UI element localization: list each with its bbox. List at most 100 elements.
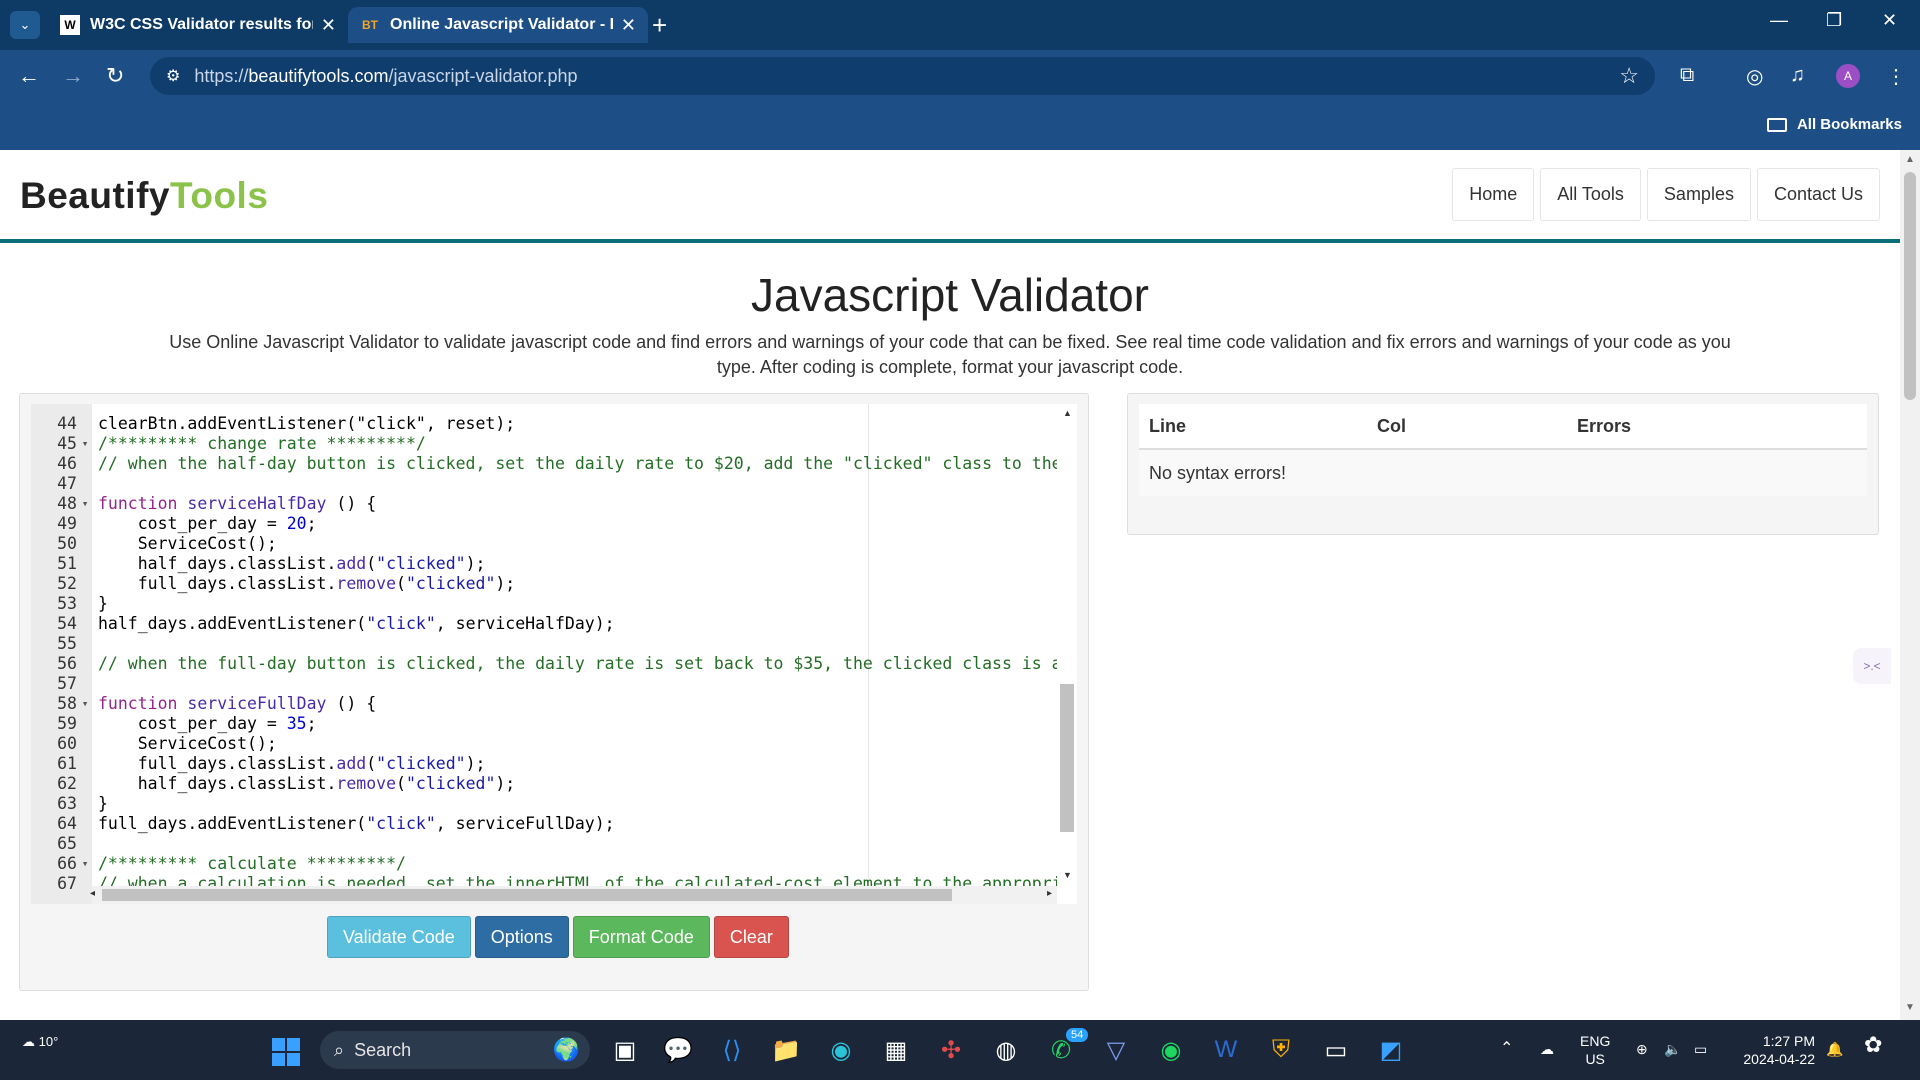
copilot-icon[interactable]: ✿ — [1864, 1034, 1882, 1056]
microsoft-store-icon[interactable]: ▦ — [876, 1030, 916, 1070]
show-hidden-icons-chevron-icon[interactable]: ⌃ — [1500, 1040, 1513, 1058]
code-line: 58 ▾ function serviceFullDay () { — [31, 694, 1077, 714]
profile-avatar[interactable]: A — [1836, 64, 1860, 88]
fold-toggle-icon[interactable]: ▾ — [79, 494, 91, 514]
code-token: ( — [396, 574, 406, 593]
close-tab-icon[interactable]: ✕ — [621, 15, 636, 36]
code-line: 44 — [31, 414, 1077, 434]
code-token: // when the half-day button is clicked, … — [98, 454, 1077, 473]
code-line: 49 cost_per_day = 20; — [31, 514, 1077, 534]
security-app-icon[interactable]: ⛨ — [1261, 1030, 1301, 1070]
scroll-right-arrow-icon[interactable]: ▸ — [1047, 888, 1052, 899]
chrome-icon[interactable]: ◍ — [986, 1030, 1026, 1070]
code-editor[interactable]: clearBtn.addEventListener("click", reset… — [31, 404, 1077, 904]
scroll-down-arrow-icon[interactable]: ▼ — [1063, 870, 1072, 880]
all-bookmarks-button[interactable]: All Bookmarks — [1766, 116, 1902, 133]
nav-samples[interactable]: Samples — [1646, 168, 1751, 221]
clock[interactable]: 1:27 PM 2024-04-22 — [1735, 1032, 1815, 1068]
options-button[interactable]: Options — [474, 916, 569, 958]
word-icon[interactable]: W — [1206, 1030, 1246, 1070]
minimize-icon[interactable]: — — [1770, 10, 1788, 31]
scrollbar-thumb[interactable] — [102, 889, 952, 901]
floating-assistant-icon[interactable]: >.< — [1853, 648, 1891, 684]
validate-code-button[interactable]: Validate Code — [327, 916, 471, 958]
code-token: /********* change rate *********/ — [98, 434, 426, 453]
code-token: serviceHalfDay — [187, 494, 327, 513]
site-info-icon[interactable]: ⚙ — [166, 66, 180, 86]
close-window-icon[interactable]: ✕ — [1882, 10, 1897, 31]
scrollbar-thumb[interactable] — [1060, 684, 1074, 832]
media-controls-icon[interactable]: ♫ — [1790, 64, 1805, 87]
scroll-left-arrow-icon[interactable]: ◂ — [90, 888, 95, 899]
tab-w3c-validator[interactable]: W W3C CSS Validator results for T ✕ — [48, 7, 348, 43]
restore-icon[interactable]: ❐ — [1826, 10, 1842, 31]
reload-icon[interactable]: ↻ — [106, 63, 124, 89]
bookmark-star-icon[interactable]: ☆ — [1619, 63, 1639, 89]
forward-arrow-icon[interactable]: → — [62, 63, 84, 89]
performance-icon[interactable]: ◎ — [1746, 64, 1763, 89]
code-line-text: full_days.classList.add("clicked"); — [98, 754, 486, 774]
windows-start-icon[interactable] — [272, 1038, 300, 1066]
weather-widget[interactable]: ☁ 10° — [22, 1034, 58, 1050]
taskbar-search[interactable]: ⌕ Search 🌍 — [320, 1031, 590, 1069]
code-line-text: function serviceFullDay () { — [98, 694, 376, 714]
notification-bell-icon[interactable]: 🔔 — [1826, 1040, 1843, 1058]
page-vertical-scrollbar[interactable]: ▲ ▼ — [1900, 150, 1920, 1020]
editor-vertical-scrollbar[interactable]: ▲ ▼ — [1057, 404, 1077, 904]
volume-icon[interactable]: 🔈 — [1664, 1040, 1681, 1058]
code-line: 47 — [31, 474, 1077, 494]
code-token: serviceFullDay — [187, 694, 327, 713]
code-line-text: // when the full-day button is clicked, … — [98, 654, 1077, 674]
new-tab-plus-icon[interactable]: + — [652, 10, 667, 41]
terminal-icon[interactable]: ▭ — [1316, 1030, 1356, 1070]
more-menu-icon[interactable]: ⋮ — [1886, 64, 1906, 89]
scroll-up-arrow-icon[interactable]: ▲ — [1063, 408, 1072, 418]
close-tab-icon[interactable]: ✕ — [321, 15, 336, 36]
code-token: , serviceHalfDay); — [435, 614, 615, 633]
fold-toggle-icon[interactable]: ▾ — [79, 694, 91, 714]
teams-chat-icon[interactable]: 💬 — [658, 1030, 698, 1070]
tab-javascript-validator[interactable]: BT Online Javascript Validator - Be ✕ — [348, 7, 648, 43]
results-panel: Line Col Errors No syntax errors! — [1127, 393, 1879, 535]
git-client-icon[interactable]: ✣ — [931, 1030, 971, 1070]
format-code-button[interactable]: Format Code — [572, 916, 710, 958]
fold-toggle-icon[interactable]: ▾ — [79, 434, 91, 454]
col-header-col: Col — [1377, 415, 1406, 436]
logo-text-dark: Beautify — [20, 175, 170, 216]
vscode-icon[interactable]: ⟨⟩ — [712, 1030, 752, 1070]
photos-icon[interactable]: ◩ — [1371, 1030, 1411, 1070]
vpn-app-icon[interactable]: ▽ — [1096, 1030, 1136, 1070]
back-arrow-icon[interactable]: ← — [18, 63, 40, 89]
file-explorer-icon[interactable]: 📁 — [766, 1030, 806, 1070]
address-bar[interactable]: ⚙ https://beautifytools.com/javascript-v… — [150, 57, 1655, 95]
code-content[interactable]: clearBtn.addEventListener("click", reset… — [31, 404, 1077, 904]
network-icon[interactable]: ⊕ — [1636, 1040, 1648, 1058]
page-title: Javascript Validator — [751, 269, 1149, 321]
code-line: 63} — [31, 794, 1077, 814]
scroll-up-arrow-icon[interactable]: ▲ — [1905, 154, 1915, 165]
onedrive-status-icon[interactable]: ☁ — [1540, 1040, 1554, 1058]
line-number: 53 — [57, 594, 77, 613]
beautifytools-logo[interactable]: BeautifyTools — [20, 175, 268, 217]
nav-contact-us[interactable]: Contact Us — [1756, 168, 1880, 221]
spotify-icon[interactable]: ◉ — [1151, 1030, 1191, 1070]
task-view-icon[interactable]: ▣ — [605, 1030, 645, 1070]
language-indicator[interactable]: ENG US — [1580, 1032, 1610, 1068]
editor-horizontal-scrollbar[interactable]: ◂ ▸ — [90, 886, 1057, 904]
folder-icon — [1766, 117, 1787, 132]
battery-icon[interactable]: ▭ — [1694, 1040, 1707, 1058]
code-line: 65 — [31, 834, 1077, 854]
scroll-down-arrow-icon[interactable]: ▼ — [1905, 1002, 1915, 1013]
clear-button[interactable]: Clear — [713, 916, 789, 958]
edge-browser-icon[interactable]: ◉ — [821, 1030, 861, 1070]
fold-toggle-icon[interactable]: ▾ — [79, 854, 91, 874]
extensions-puzzle-icon[interactable]: ⧉ — [1680, 64, 1694, 87]
nav-home[interactable]: Home — [1452, 168, 1535, 221]
tab-search-button[interactable]: ⌄ — [10, 11, 40, 39]
code-line-text: ServiceCost(); — [98, 734, 277, 754]
code-token: function — [98, 494, 188, 513]
language-code: ENG — [1580, 1033, 1611, 1049]
code-line: 48 ▾ function serviceHalfDay () { — [31, 494, 1077, 514]
nav-all-tools[interactable]: All Tools — [1540, 168, 1641, 221]
scrollbar-thumb[interactable] — [1904, 172, 1916, 400]
